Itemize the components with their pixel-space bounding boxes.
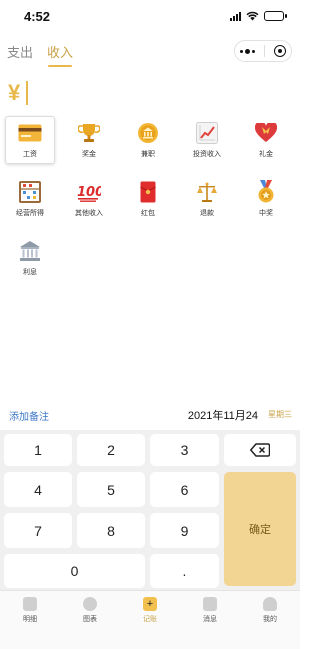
key-9[interactable]: 9 (150, 513, 219, 548)
text-cursor (26, 81, 29, 105)
category-refund[interactable]: 退款 (182, 175, 232, 223)
status-icons (230, 11, 287, 21)
category-part-time[interactable]: 兼职 (123, 116, 173, 164)
category-label: 利息 (23, 269, 37, 276)
credit-card-icon (18, 121, 42, 145)
key-2[interactable]: 2 (77, 434, 145, 466)
confirm-button[interactable]: 确定 (224, 472, 296, 586)
add-note-button[interactable]: 添加备注 (9, 408, 49, 423)
category-label: 经营所得 (16, 210, 44, 217)
signal-icon (230, 11, 241, 21)
hundred-points-icon: 100 (77, 180, 101, 204)
backspace-icon (250, 443, 270, 457)
list-icon (23, 597, 37, 611)
category-business[interactable]: 经营所得 (5, 175, 55, 223)
miniprogram-capsule (234, 40, 292, 62)
category-interest[interactable]: 利息 (5, 234, 55, 282)
category-label: 其他收入 (75, 210, 103, 217)
add-icon: + (143, 597, 157, 611)
notes-row: 添加备注 2021年11月24 星期三 (0, 404, 300, 426)
category-investment[interactable]: 投资收入 (182, 116, 232, 164)
nav-label: 消息 (203, 616, 217, 623)
category-label: 投资收入 (193, 151, 221, 158)
category-label: 中奖 (259, 210, 273, 217)
nav-record[interactable]: + 记账 (130, 597, 170, 624)
category-label: 工资 (23, 151, 37, 158)
key-5[interactable]: 5 (77, 472, 145, 507)
nav-label: 我的 (263, 616, 277, 623)
key-1[interactable]: 1 (4, 434, 72, 466)
message-icon (203, 597, 217, 611)
currency-symbol: ¥ (8, 80, 21, 105)
key-decimal[interactable]: . (150, 554, 219, 588)
wifi-icon (246, 11, 259, 21)
close-miniprogram-icon[interactable] (274, 45, 287, 57)
nav-details[interactable]: 明细 (10, 597, 50, 624)
nav-profile[interactable]: 我的 (250, 597, 290, 624)
key-3[interactable]: 3 (150, 434, 219, 466)
key-6[interactable]: 6 (150, 472, 219, 507)
profile-icon (263, 597, 277, 611)
category-salary[interactable]: 工资 (5, 116, 55, 164)
nav-label: 记账 (143, 616, 157, 623)
key-7[interactable]: 7 (4, 513, 72, 548)
category-grid: 工资 奖金 兼职 投资收入 礼金 经营所得 100 其他收入 (5, 116, 295, 282)
trophy-icon (77, 121, 101, 145)
status-bar: 4:52 (0, 0, 300, 34)
svg-text:100: 100 (77, 185, 101, 200)
category-other-income[interactable]: 100 其他收入 (64, 175, 114, 223)
red-envelope-icon (136, 180, 160, 204)
category-red-envelope[interactable]: 红包 (123, 175, 173, 223)
pie-chart-icon (83, 597, 97, 611)
category-label: 红包 (141, 210, 155, 217)
category-label: 兼职 (141, 151, 155, 158)
category-label: 奖金 (82, 151, 96, 158)
type-tabs: 支出 收入 (7, 42, 73, 67)
weekday-label: 星期三 (268, 410, 292, 419)
category-bonus[interactable]: 奖金 (64, 116, 114, 164)
tab-expense[interactable]: 支出 (7, 42, 33, 65)
heart-ribbon-icon (254, 121, 278, 145)
amount-input[interactable]: ¥ (8, 80, 29, 106)
bank-coin-icon (136, 121, 160, 145)
key-8[interactable]: 8 (77, 513, 145, 548)
classical-building-icon (18, 239, 42, 263)
chart-up-icon (195, 121, 219, 145)
bottom-nav: 明细 图表 + 记账 消息 我的 (0, 590, 300, 649)
tab-income[interactable]: 收入 (47, 42, 73, 67)
more-icon[interactable] (239, 48, 255, 54)
nav-label: 明细 (23, 616, 37, 623)
date-picker[interactable]: 2021年11月24 (188, 407, 258, 423)
status-time: 4:52 (24, 9, 51, 24)
number-keypad: 1 2 3 4 5 6 确定 7 8 9 0 . (0, 430, 300, 590)
category-label: 退款 (200, 210, 214, 217)
backspace-button[interactable] (224, 434, 296, 466)
category-gift-money[interactable]: 礼金 (241, 116, 291, 164)
nav-label: 图表 (83, 616, 97, 623)
category-prize[interactable]: 中奖 (241, 175, 291, 223)
key-4[interactable]: 4 (4, 472, 72, 507)
nav-charts[interactable]: 图表 (70, 597, 110, 624)
battery-icon (264, 11, 287, 21)
key-0[interactable]: 0 (4, 554, 145, 588)
abacus-icon (18, 180, 42, 204)
balance-scale-icon (195, 180, 219, 204)
medal-icon (254, 180, 278, 204)
capsule-divider (263, 45, 265, 57)
nav-messages[interactable]: 消息 (190, 597, 230, 624)
category-label: 礼金 (259, 151, 273, 158)
